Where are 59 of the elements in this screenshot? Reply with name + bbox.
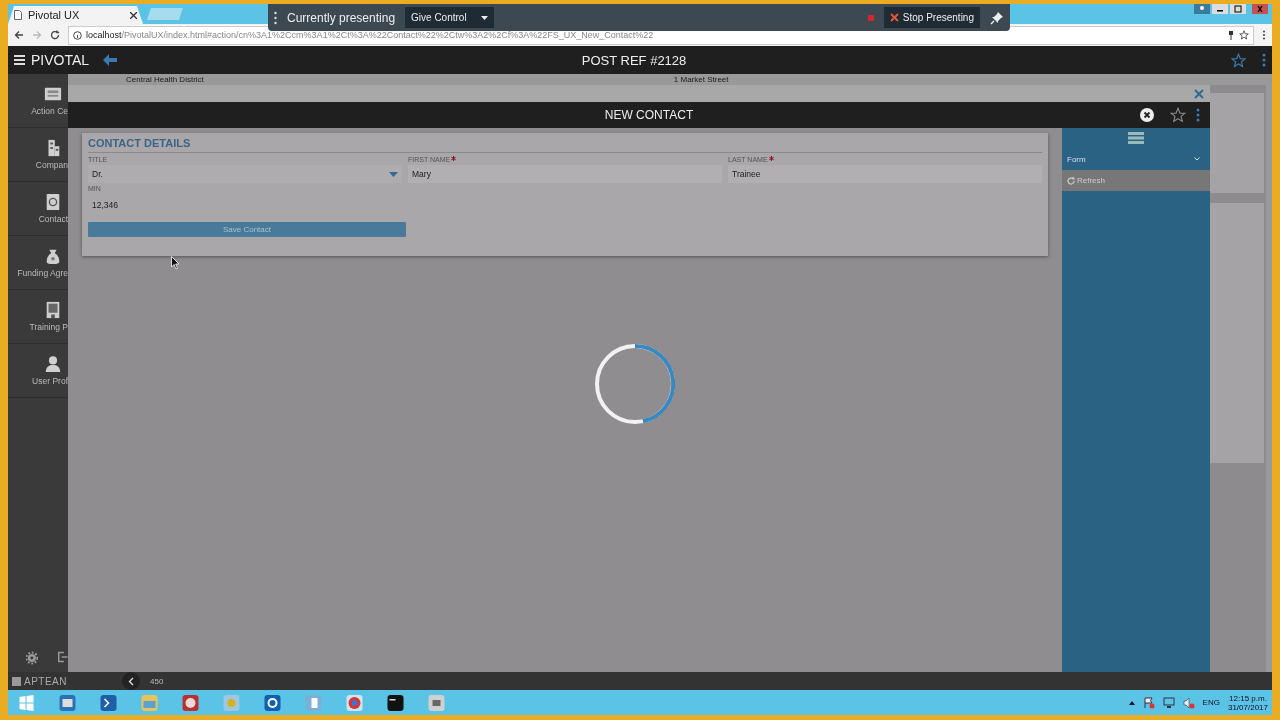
presenting-status: Currently presenting — [287, 10, 396, 25]
mouse-cursor-icon — [171, 256, 180, 270]
count-text: 450 — [150, 676, 164, 686]
user-icon[interactable] — [1194, 4, 1210, 14]
contact-icon — [44, 193, 62, 211]
background-text: Central Health District — [126, 74, 204, 85]
show-hidden-icon[interactable] — [1128, 700, 1135, 705]
server-icon[interactable] — [1128, 132, 1144, 144]
back-arrow-icon[interactable] — [14, 30, 24, 40]
collapse-button[interactable] — [122, 672, 140, 690]
flag-icon[interactable] — [1142, 696, 1155, 709]
more-icon[interactable] — [1196, 108, 1200, 122]
menu-icon[interactable] — [14, 55, 25, 65]
modal-title: NEW CONTACT — [603, 108, 695, 122]
menu-icon[interactable] — [1262, 30, 1266, 40]
view-dropdown[interactable]: Form — [1062, 148, 1210, 170]
browser-tab[interactable]: Pivotal UX — [8, 6, 143, 24]
network-icon[interactable] — [1162, 696, 1175, 709]
app-brand: PIVOTAL — [31, 52, 90, 68]
page-title: POST REF #2128 — [580, 52, 688, 68]
minimize-icon[interactable] — [1212, 4, 1228, 14]
star-icon[interactable] — [1231, 52, 1246, 68]
star-icon[interactable] — [1239, 30, 1249, 40]
inbox-icon — [44, 85, 62, 103]
more-icon[interactable] — [1262, 53, 1266, 67]
user-icon — [44, 355, 62, 373]
background-text: 1 Market Street — [673, 74, 729, 85]
page-icon — [14, 10, 22, 20]
pin-icon[interactable] — [1227, 30, 1235, 40]
close-icon[interactable] — [130, 11, 137, 19]
chevron-down-icon — [1194, 157, 1200, 161]
pin-icon[interactable] — [990, 10, 1004, 25]
refresh-icon — [1067, 176, 1075, 185]
chevron-left-icon — [128, 676, 134, 686]
back-arrow-icon[interactable] — [103, 54, 118, 66]
speaker-icon[interactable] — [1182, 696, 1195, 709]
star-icon[interactable] — [1170, 107, 1186, 123]
close-icon — [889, 13, 899, 22]
give-control-button[interactable]: Give Control — [405, 7, 494, 28]
input-field[interactable]: Mary — [408, 165, 722, 183]
settings-icon[interactable] — [26, 650, 38, 666]
clock[interactable]: 12:15 p.m. 31/07/2017 — [1227, 693, 1268, 712]
reload-icon[interactable] — [50, 30, 60, 40]
close-icon[interactable] — [1140, 108, 1154, 122]
drag-handle-icon[interactable] — [274, 10, 277, 25]
company-logo: APTEAN — [12, 675, 112, 687]
caret-icon — [389, 171, 398, 177]
language-indicator[interactable]: ENG — [1202, 698, 1220, 707]
info-icon[interactable] — [73, 30, 82, 40]
section-title: CONTACT DETAILS — [88, 137, 1042, 153]
maximize-icon[interactable] — [1230, 4, 1246, 14]
logout-icon[interactable] — [57, 650, 68, 664]
title-dropdown[interactable]: Dr. — [88, 165, 402, 183]
scrollbar[interactable] — [1266, 85, 1272, 672]
caret-icon — [480, 15, 488, 20]
money-icon — [44, 247, 62, 265]
input-field[interactable]: 12,346 — [88, 194, 402, 216]
stop-presenting-button[interactable]: Stop Presenting — [883, 7, 980, 28]
input-field[interactable]: Trainee — [728, 165, 1042, 183]
